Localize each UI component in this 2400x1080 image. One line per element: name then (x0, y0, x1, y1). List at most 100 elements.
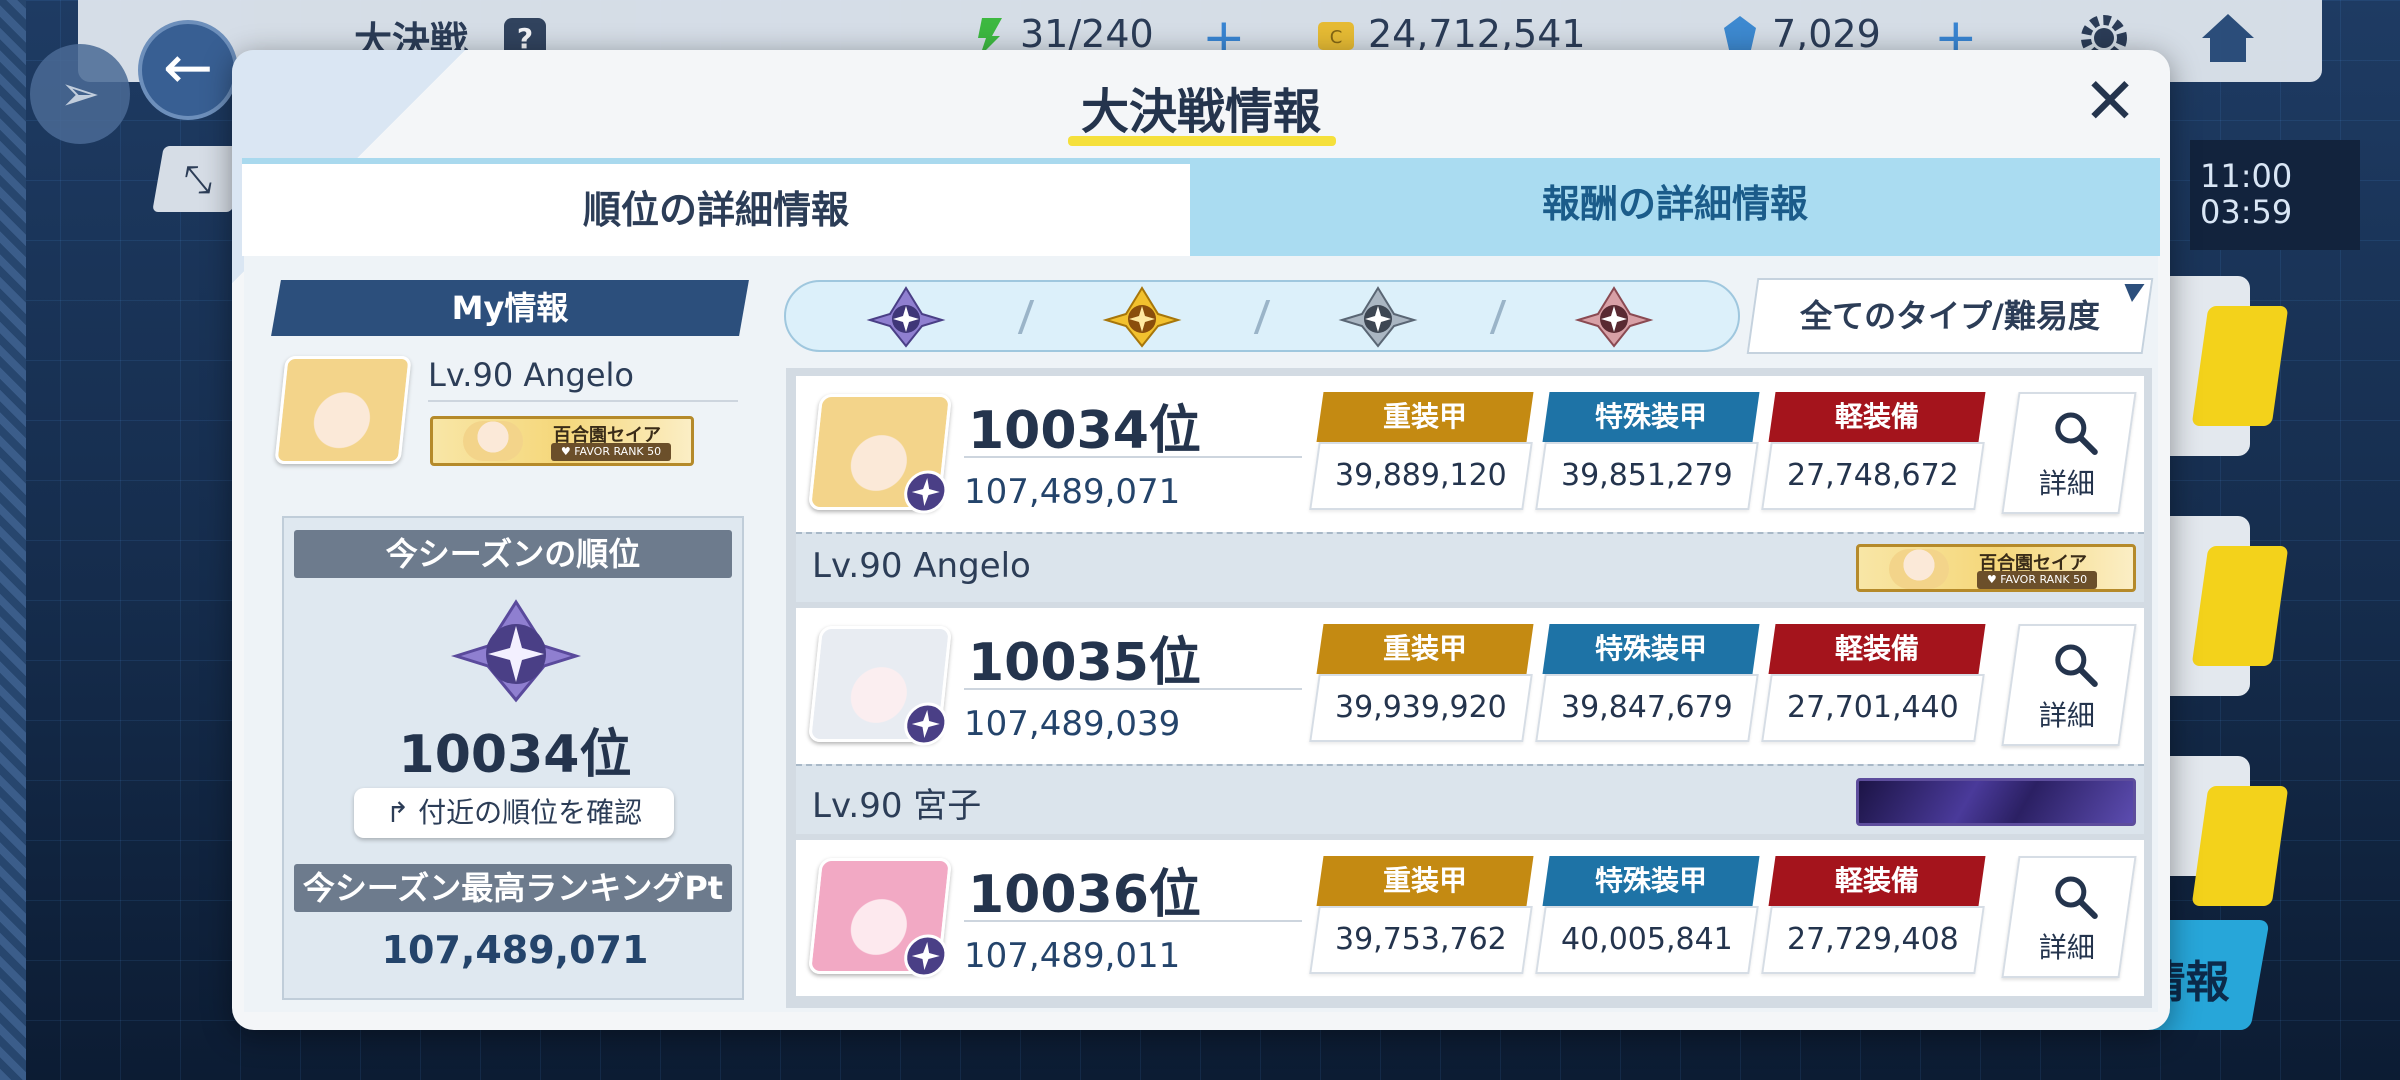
season-rank-box: 今シーズンの順位 10034位 ↱ 付近の順位を確認 今シーズン最高ランキングP… (282, 516, 744, 1000)
rank-divider (964, 688, 1302, 690)
player-score: 107,489,011 (964, 936, 1181, 976)
special-armor-label: 特殊装甲 (1542, 392, 1760, 442)
player-rank: 10034位 (968, 401, 1201, 461)
heavy-armor-label: 重装甲 (1316, 624, 1534, 674)
type-difficulty-dropdown[interactable]: 全てのタイプ/難易度 (1746, 278, 2154, 354)
svg-text:C: C (1330, 27, 1343, 48)
tier-silver-icon[interactable] (1338, 286, 1418, 348)
schedule-panel: 11:00 03:59 (2190, 140, 2360, 250)
light-armor-score: 軽装備 27,701,440 (1761, 624, 1986, 748)
best-pt-label: 今シーズン最高ランキングPt (294, 864, 732, 912)
my-info-header: My情報 (271, 280, 749, 336)
heavy-armor-value: 39,753,762 (1309, 906, 1533, 974)
collapse-icon[interactable]: ⤡ (152, 146, 244, 212)
detail-label: 詳細 (2038, 931, 2095, 964)
heavy-armor-value: 39,939,920 (1309, 674, 1533, 742)
tier-platinum-icon[interactable] (866, 286, 946, 348)
ranking-list[interactable]: 10034位 107,489,071 重装甲 39,889,120 特殊装甲 3… (786, 368, 2152, 1008)
search-icon (2055, 644, 2098, 687)
player-rank: 10035位 (968, 633, 1201, 693)
player-avatar[interactable] (807, 858, 953, 978)
player-avatar[interactable] (807, 626, 953, 746)
favor-rank-badge: 百合園セイア ♥ FAVOR RANK 50 (430, 416, 694, 466)
light-armor-label: 軽装備 (1768, 856, 1986, 906)
title-underline (1068, 136, 1336, 146)
heavy-armor-value: 39,889,120 (1309, 442, 1533, 510)
special-armor-value: 39,851,279 (1535, 442, 1759, 510)
home-icon[interactable] (2198, 10, 2258, 66)
ranking-entry-footer: Lv.90 Angelo 百合園セイア ♥ FAVOR RANK 50 (796, 532, 2144, 602)
special-armor-value: 39,847,679 (1535, 674, 1759, 742)
filter-separator (1253, 300, 1271, 334)
raid-info-modal: 大決戦情報 ✕ 順位の詳細情報 報酬の詳細情報 My情報 Lv.90 Angel… (232, 50, 2170, 1030)
detail-button[interactable]: 詳細 (2001, 624, 2137, 746)
filter-separator (1017, 300, 1035, 334)
special-armor-label: 特殊装甲 (1542, 856, 1760, 906)
nearby-rank-button[interactable]: ↱ 付近の順位を確認 (354, 788, 674, 838)
favor-rank-badge: 百合園セイア ♥ FAVOR RANK 50 (1856, 544, 2136, 592)
schedule-time-2: 03:59 (2200, 193, 2293, 231)
heavy-armor-score: 重装甲 39,889,120 (1309, 392, 1534, 516)
heavy-armor-score: 重装甲 39,753,762 (1309, 856, 1534, 980)
close-icon[interactable]: ✕ (2078, 70, 2142, 136)
ranking-entry-main: 10034位 107,489,071 重装甲 39,889,120 特殊装甲 3… (796, 376, 2144, 532)
tier-gold-icon[interactable] (1102, 286, 1182, 348)
ranking-entry-footer: Lv.90 宮子 (796, 764, 2144, 834)
tier-platinum-icon (904, 702, 948, 746)
special-armor-score: 特殊装甲 39,851,279 (1535, 392, 1760, 516)
ranking-entry-main: 10036位 107,489,011 重装甲 39,753,762 特殊装甲 4… (796, 840, 2144, 996)
schedule-time-1: 11:00 (2200, 157, 2293, 195)
ranking-entry: 10034位 107,489,071 重装甲 39,889,120 特殊装甲 3… (796, 376, 2144, 608)
player-score: 107,489,039 (964, 704, 1181, 744)
back-button[interactable]: ← (138, 20, 238, 120)
heavy-armor-label: 重装甲 (1316, 856, 1534, 906)
season-rank-label: 今シーズンの順位 (294, 530, 732, 578)
tier-platinum-icon (450, 599, 582, 703)
favor-student-portrait (1889, 549, 1949, 589)
best-pt-value: 107,489,071 (381, 928, 649, 972)
modal-title: 大決戦情報 (1080, 84, 1321, 140)
light-armor-label: 軽装備 (1768, 624, 1986, 674)
light-armor-value: 27,729,408 (1761, 906, 1985, 974)
heavy-armor-score: 重装甲 39,939,920 (1309, 624, 1534, 748)
share-icon[interactable]: ➢ (30, 44, 130, 144)
ranking-entry: 10035位 107,489,039 重装甲 39,939,920 特殊装甲 3… (796, 608, 2144, 840)
tier-platinum-icon (904, 934, 948, 978)
light-armor-label: 軽装備 (1768, 392, 1986, 442)
season-rank-value: 10034位 (398, 725, 632, 785)
favor-rank-label: ♥ FAVOR RANK 50 (551, 443, 671, 461)
light-armor-value: 27,701,440 (1761, 674, 1985, 742)
rank-divider (964, 456, 1302, 458)
player-level-name: Lv.90 Angelo (812, 546, 1031, 586)
tab-rank-details[interactable]: 順位の詳細情報 (242, 158, 1190, 256)
light-armor-score: 軽装備 27,748,672 (1761, 392, 1986, 516)
ranking-entry-main: 10035位 107,489,039 重装甲 39,939,920 特殊装甲 3… (796, 608, 2144, 764)
player-score: 107,489,071 (964, 472, 1181, 512)
tier-bronze-icon[interactable] (1574, 286, 1654, 348)
detail-label: 詳細 (2038, 467, 2095, 500)
detail-button[interactable]: 詳細 (2001, 392, 2137, 514)
special-armor-score: 特殊装甲 39,847,679 (1535, 624, 1760, 748)
left-edge-stripe (0, 0, 26, 1080)
tab-content: My情報 Lv.90 Angelo 百合園セイア ♥ FAVOR RANK 50… (244, 256, 2158, 1012)
night-sky-badge (1856, 778, 2136, 826)
heavy-armor-label: 重装甲 (1316, 392, 1534, 442)
favor-student-portrait (463, 421, 523, 461)
ranking-entry: 10036位 107,489,011 重装甲 39,753,762 特殊装甲 4… (796, 840, 2144, 1008)
player-avatar[interactable] (807, 394, 953, 514)
light-armor-score: 軽装備 27,729,408 (1761, 856, 1986, 980)
favor-rank-label: ♥ FAVOR RANK 50 (1977, 571, 2097, 589)
my-level-name: Lv.90 Angelo (428, 356, 738, 402)
special-armor-value: 40,005,841 (1535, 906, 1759, 974)
tier-filter-bar (784, 280, 1740, 352)
tab-bar: 順位の詳細情報 報酬の詳細情報 (242, 158, 2160, 256)
tier-platinum-icon (904, 470, 948, 514)
rank-divider (964, 920, 1302, 922)
player-rank: 10036位 (968, 865, 1201, 925)
type-difficulty-label: 全てのタイプ/難易度 (1800, 297, 2100, 335)
detail-button[interactable]: 詳細 (2001, 856, 2137, 978)
special-armor-label: 特殊装甲 (1542, 624, 1760, 674)
search-icon (2055, 876, 2098, 919)
tab-reward-details[interactable]: 報酬の詳細情報 (1190, 158, 2160, 256)
detail-label: 詳細 (2038, 699, 2095, 732)
